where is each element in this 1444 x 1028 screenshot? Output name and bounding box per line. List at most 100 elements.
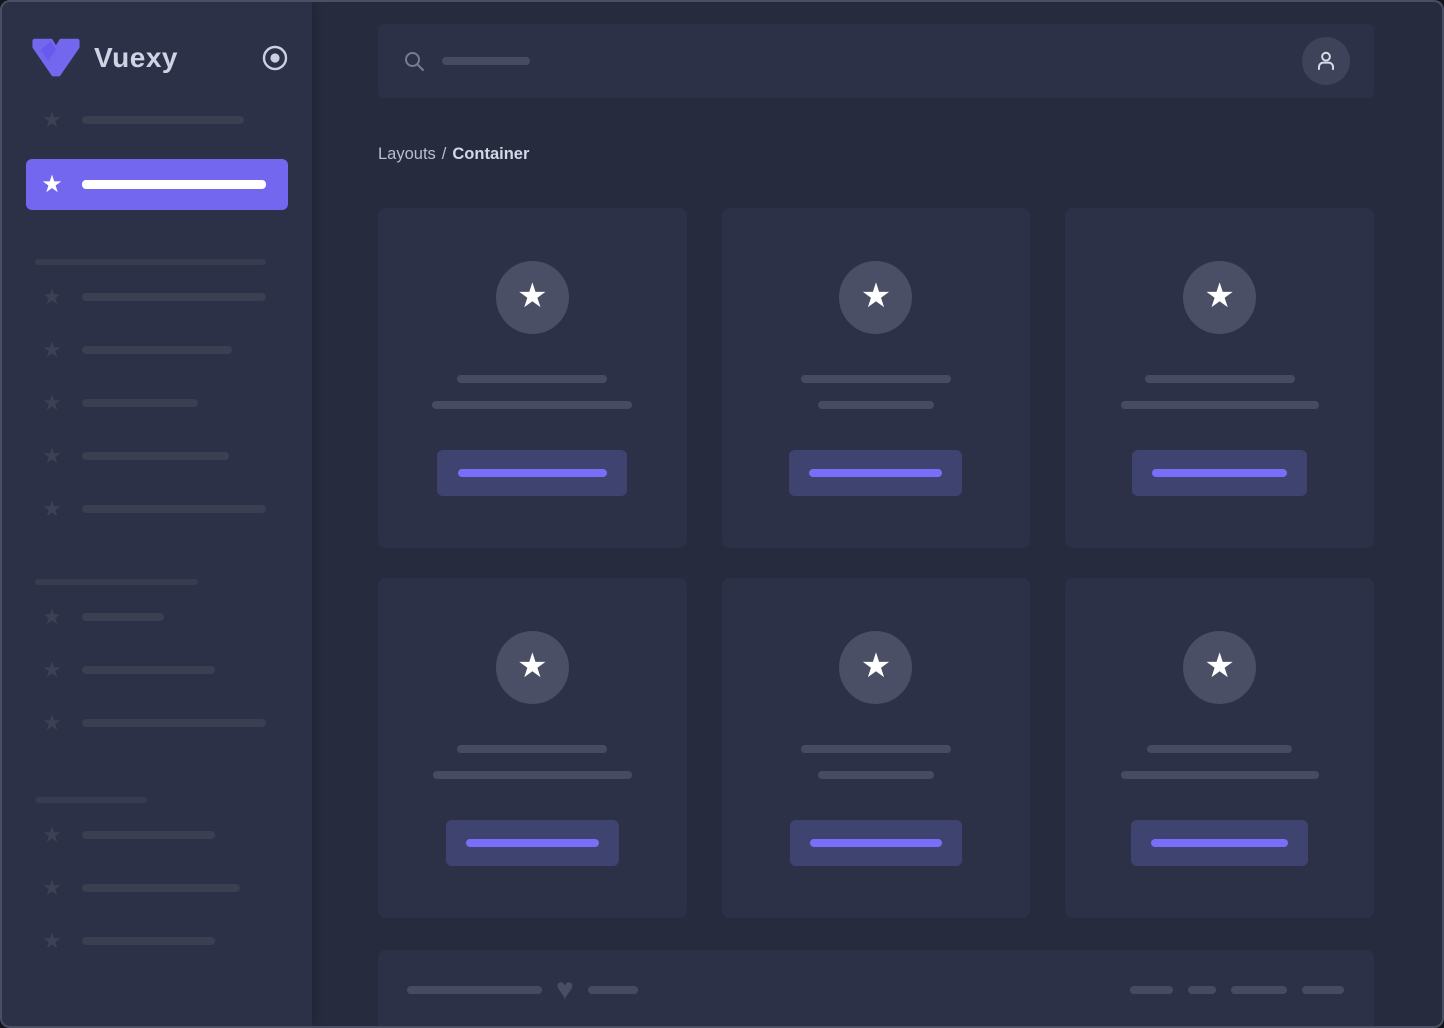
star-icon: ★	[40, 877, 64, 899]
search-input[interactable]	[442, 57, 530, 65]
star-icon: ★	[1204, 279, 1234, 316]
sidebar-item[interactable]: ★	[26, 159, 288, 210]
sidebar-item[interactable]: ★	[26, 927, 288, 955]
sidebar-item-label-placeholder	[82, 293, 266, 301]
card-subtitle-placeholder	[432, 401, 632, 409]
card-subtitle-placeholder	[433, 771, 632, 779]
breadcrumb: Layouts / Container	[378, 143, 1374, 165]
app-header	[378, 24, 1374, 98]
card-grid: ★ ★ ★ ★ ★	[378, 208, 1374, 918]
breadcrumb-separator: /	[442, 145, 447, 164]
star-icon: ★	[861, 279, 891, 316]
sidebar-item[interactable]: ★	[26, 603, 288, 631]
footer-left-bar	[588, 986, 638, 994]
sidebar-item-label-placeholder	[82, 831, 215, 839]
feature-card: ★	[378, 578, 687, 918]
button-label-placeholder	[466, 839, 599, 847]
sidebar-item[interactable]: ★	[26, 495, 288, 523]
footer-row: ♥	[407, 975, 1344, 1005]
sidebar-item[interactable]: ★	[26, 656, 288, 684]
card-action-button[interactable]	[1131, 820, 1308, 866]
star-icon: ★	[40, 109, 64, 131]
card-title-placeholder	[457, 375, 607, 383]
sidebar-item[interactable]: ★	[26, 283, 288, 311]
card-action-button[interactable]	[790, 820, 962, 866]
star-icon: ★	[40, 286, 64, 308]
card-action-button[interactable]	[789, 450, 962, 496]
card-avatar: ★	[1183, 631, 1256, 704]
heart-icon[interactable]: ♥	[556, 975, 574, 1005]
sidebar-item[interactable]: ★	[26, 821, 288, 849]
footer-right-bar	[1188, 986, 1216, 994]
menu-pin-icon[interactable]	[262, 45, 288, 71]
star-icon: ★	[40, 498, 64, 520]
card-avatar: ★	[496, 261, 569, 334]
sidebar-item[interactable]: ★	[26, 336, 288, 364]
button-label-placeholder	[809, 469, 942, 477]
card-title-placeholder	[1147, 745, 1292, 753]
card-title-placeholder	[801, 375, 951, 383]
vuexy-logo-icon	[32, 38, 80, 78]
button-label-placeholder	[810, 839, 942, 847]
feature-card: ★	[722, 578, 1031, 918]
sidebar-item[interactable]: ★	[26, 389, 288, 417]
star-icon: ★	[40, 930, 64, 952]
search-icon[interactable]	[402, 49, 426, 73]
footer-right-bar	[1130, 986, 1173, 994]
sidebar-item-label-placeholder	[82, 452, 229, 460]
sidebar-item-label-placeholder	[82, 505, 266, 513]
sidebar-item-label-placeholder	[82, 666, 215, 674]
sidebar-section-header-placeholder	[35, 797, 147, 803]
star-icon: ★	[40, 339, 64, 361]
sidebar-item-label-placeholder	[82, 346, 232, 354]
card-avatar: ★	[839, 631, 912, 704]
button-label-placeholder	[458, 469, 607, 477]
brand-name: Vuexy	[94, 42, 178, 74]
feature-card: ★	[1065, 208, 1374, 548]
brand[interactable]: Vuexy	[2, 2, 312, 78]
sidebar: Vuexy ★ ★ ★ ★ ★ ★ ★ ★	[2, 2, 312, 1026]
card-subtitle-placeholder	[818, 771, 934, 779]
sidebar-nav-sections: ★ ★ ★ ★ ★ ★ ★ ★ ★ ★ ★	[26, 259, 288, 955]
breadcrumb-section[interactable]: Layouts	[378, 145, 436, 164]
card-avatar: ★	[496, 631, 569, 704]
sidebar-item-label-placeholder	[82, 719, 266, 727]
card-subtitle-placeholder	[818, 401, 934, 409]
sidebar-nav: ★ ★ ★ ★ ★ ★ ★ ★ ★ ★ ★ ★ ★	[2, 106, 312, 955]
sidebar-item[interactable]: ★	[26, 709, 288, 737]
sidebar-item-label-placeholder	[82, 180, 266, 189]
footer-right-bar	[1302, 986, 1344, 994]
feature-card: ★	[1065, 578, 1374, 918]
card-title-placeholder	[457, 745, 607, 753]
card-action-button[interactable]	[446, 820, 619, 866]
sidebar-item-label-placeholder	[82, 116, 244, 124]
sidebar-item-label-placeholder	[82, 399, 198, 407]
star-icon: ★	[40, 712, 64, 734]
sidebar-item[interactable]: ★	[26, 874, 288, 902]
star-icon: ★	[517, 649, 547, 686]
card-subtitle-placeholder	[1121, 771, 1319, 779]
sidebar-section-header-placeholder	[35, 579, 198, 585]
card-avatar: ★	[839, 261, 912, 334]
card-action-button[interactable]	[1132, 450, 1307, 496]
star-icon: ★	[40, 606, 64, 628]
star-icon: ★	[40, 173, 64, 197]
sidebar-item[interactable]: ★	[26, 106, 288, 134]
footer-left-bar	[407, 986, 542, 994]
sidebar-item[interactable]: ★	[26, 442, 288, 470]
feature-card: ★	[722, 208, 1031, 548]
star-icon: ★	[40, 659, 64, 681]
user-avatar[interactable]	[1302, 37, 1350, 85]
card-action-button[interactable]	[437, 450, 627, 496]
star-icon: ★	[861, 649, 891, 686]
sidebar-item-label-placeholder	[82, 884, 240, 892]
main-content: Layouts / Container ★ ★ ★ ★	[312, 2, 1442, 1026]
sidebar-item-label-placeholder	[82, 937, 215, 945]
footer-card: ♥	[378, 950, 1374, 1028]
breadcrumb-current: Container	[452, 145, 529, 164]
card-title-placeholder	[801, 745, 951, 753]
sidebar-nav-top: ★ ★	[26, 106, 288, 210]
sidebar-section-header-placeholder	[35, 259, 266, 265]
footer-right-bars	[1130, 986, 1344, 994]
card-subtitle-placeholder	[1121, 401, 1319, 409]
